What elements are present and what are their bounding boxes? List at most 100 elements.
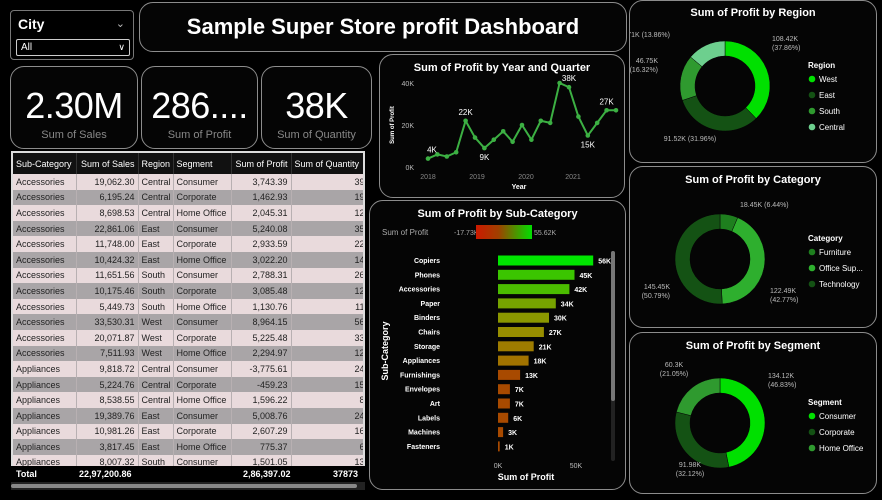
table-cell: 10,175.46 [76, 283, 139, 299]
bar-value-label: 1K [505, 444, 514, 451]
table-row[interactable]: Appliances 10,981.26 East Corporate 2,607.29… [13, 423, 363, 440]
table-cell: Consumer [173, 314, 232, 330]
slice-value-label: 18.45K (6.44%) [740, 202, 789, 209]
x-tick-label: 2019 [469, 174, 485, 181]
chevron-down-icon[interactable]: ⌄ [116, 17, 125, 30]
table-cell: Corporate [173, 283, 232, 299]
y-tick-label: 40K [402, 81, 415, 88]
table-row[interactable]: Accessories 19,062.30 Central Consumer 3,743… [13, 174, 363, 190]
slice-value-label: 122.49K [770, 288, 796, 295]
table-cell: Accessories [13, 189, 77, 206]
x-tick-label: 50K [570, 463, 583, 470]
table-cell: East [138, 251, 174, 268]
table-row[interactable]: Accessories 11,748.00 East Corporate 2,933.5… [13, 236, 363, 252]
table-cell: Central [138, 205, 174, 221]
slice-percent-label: (42.77%) [770, 297, 798, 304]
data-table[interactable]: Sub-Category Sum of Sales Region Segment Sum… [11, 151, 365, 482]
column-header[interactable]: Sub-Category [13, 153, 77, 174]
column-header[interactable]: Sum of Profit [231, 153, 292, 174]
table-cell: 1,462.93 [231, 189, 292, 206]
scrollbar-thumb[interactable] [11, 484, 357, 488]
table-row[interactable]: Accessories 10,424.32 East Home Office 3,022… [13, 251, 363, 268]
kpi-quantity-caption: Sum of Quantity [277, 129, 356, 141]
legend-entry: South [819, 107, 840, 116]
table-cell: 9,818.72 [76, 361, 139, 377]
table-row[interactable]: Accessories 7,511.93 West Home Office 2,294.… [13, 345, 363, 362]
table-row[interactable]: Appliances 5,224.76 Central Corporate -459.2… [13, 376, 363, 393]
table-cell: 3,817.45 [76, 439, 139, 455]
table-cell: East [138, 407, 174, 424]
table-cell: 265 [291, 267, 363, 284]
table-cell: 128 [291, 283, 363, 299]
table-row[interactable]: Appliances 19,389.76 East Consumer 5,008.76 2… [13, 407, 363, 424]
table-cell: 10,981.26 [76, 423, 139, 440]
table-row[interactable]: Accessories 5,449.73 South Home Office 1,130… [13, 298, 363, 315]
color-scale-max: 55.62K [534, 230, 557, 237]
total-quantity: 37873 [333, 469, 359, 479]
data-label: 38K [562, 74, 577, 83]
table-row[interactable]: Accessories 10,175.46 South Corporate 3,085.… [13, 283, 363, 299]
table-cell: 5,240.08 [231, 220, 292, 237]
table-cell: 154 [291, 376, 363, 393]
legend-swatch [808, 428, 816, 436]
bar-value-label: 7K [515, 387, 524, 394]
y-axis-label: Sub-Category [380, 321, 390, 380]
category-label: Furnishings [400, 372, 440, 379]
donut-slice [674, 213, 723, 305]
category-label: Phones [415, 272, 440, 279]
column-header[interactable]: Sum of Sales [76, 153, 139, 174]
legend-swatch [808, 444, 816, 452]
dashboard-title-card: Sample Super Store profit Dashboard [139, 2, 627, 52]
table-row[interactable]: Accessories 11,651.56 South Consumer 2,788.3… [13, 267, 363, 284]
color-scale-label: Sum of Profit [382, 228, 429, 237]
table-row[interactable]: Appliances 3,817.45 East Home Office 775.37 6… [13, 439, 363, 455]
table-cell: 11,651.56 [76, 267, 139, 284]
donut-slice [676, 377, 721, 416]
slice-value-label: 39.71K (13.86%) [630, 32, 670, 39]
table-cell: Consumer [173, 174, 232, 190]
table-row[interactable]: Appliances 8,538.55 Central Home Office 1,59… [13, 392, 363, 408]
legend-entry: Office Sup... [819, 264, 863, 273]
segment-chart-card: Sum of Profit by Segment 134.12K (46.83%)… [629, 332, 877, 494]
table-horizontal-scrollbar[interactable] [11, 482, 365, 490]
table-row[interactable]: Accessories 33,530.31 West Consumer 8,964.15… [13, 314, 363, 330]
data-point [594, 120, 600, 126]
bar [498, 298, 556, 309]
table-row[interactable]: Accessories 22,861.06 East Consumer 5,240.08… [13, 220, 363, 237]
city-dropdown[interactable]: All ∨ [16, 39, 130, 56]
table-cell: 140 [291, 251, 363, 268]
legend-entry: East [819, 91, 836, 100]
donut-slice [719, 377, 766, 468]
table-cell: East [138, 236, 174, 252]
x-axis-label: Year [512, 184, 527, 191]
table-cell: 245 [291, 407, 363, 424]
table-cell: Home Office [173, 345, 232, 362]
table-cell: Accessories [13, 314, 77, 330]
kpi-sales-value: 2.30M [25, 85, 123, 126]
bar [498, 369, 521, 380]
table-row[interactable]: Appliances 9,818.72 Central Consumer -3,775.… [13, 361, 363, 377]
table-cell: Appliances [13, 407, 77, 424]
legend-entry: West [819, 75, 838, 84]
column-header[interactable]: Segment [173, 153, 232, 174]
table-cell: Consumer [173, 361, 232, 377]
data-label: 4K [427, 146, 437, 155]
table-cell: Home Office [173, 298, 232, 315]
table-row[interactable]: Accessories 20,071.87 West Corporate 5,225.4… [13, 329, 363, 346]
column-header[interactable]: Region [138, 153, 174, 174]
table-row[interactable]: Accessories 6,195.24 Central Corporate 1,462… [13, 189, 363, 206]
data-point [500, 129, 506, 134]
slice-percent-label: (16.32%) [630, 67, 658, 74]
table-cell: 89 [291, 392, 363, 408]
table-cell: 2,607.29 [231, 423, 292, 440]
table-cell: Appliances [13, 361, 77, 377]
city-slicer[interactable]: City ⌄ All ∨ [10, 10, 134, 60]
legend-swatch [808, 412, 816, 420]
table-row[interactable]: Accessories 8,698.53 Central Home Office 2,0… [13, 205, 363, 221]
column-header[interactable]: Sum of Quantity [291, 153, 363, 174]
table-cell: 1,130.76 [231, 298, 292, 315]
table-cell: 2,045.31 [231, 205, 292, 221]
kpi-card-quantity: 38K Sum of Quantity [261, 66, 372, 149]
table-cell: 22,861.06 [76, 220, 139, 237]
x-axis-label: Sum of Profit [498, 472, 555, 482]
